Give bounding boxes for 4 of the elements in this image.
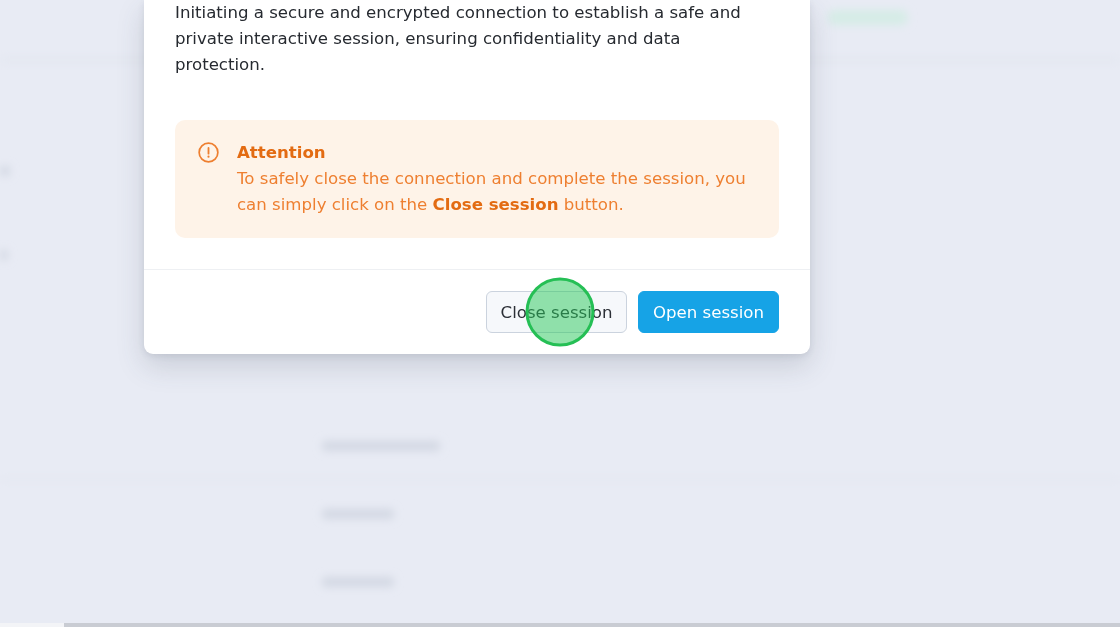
exclamation-circle-icon	[198, 142, 219, 163]
alert-message: To safely close the connection and complete the session, you can simply click on the Close session button.	[237, 168, 747, 216]
alert-title: Attention	[237, 142, 327, 164]
dialog-description: Initiating a secure and encrypted connection to establish a safe and private interactive session, ensuring confidentiality and data protection.	[175, 2, 742, 76]
